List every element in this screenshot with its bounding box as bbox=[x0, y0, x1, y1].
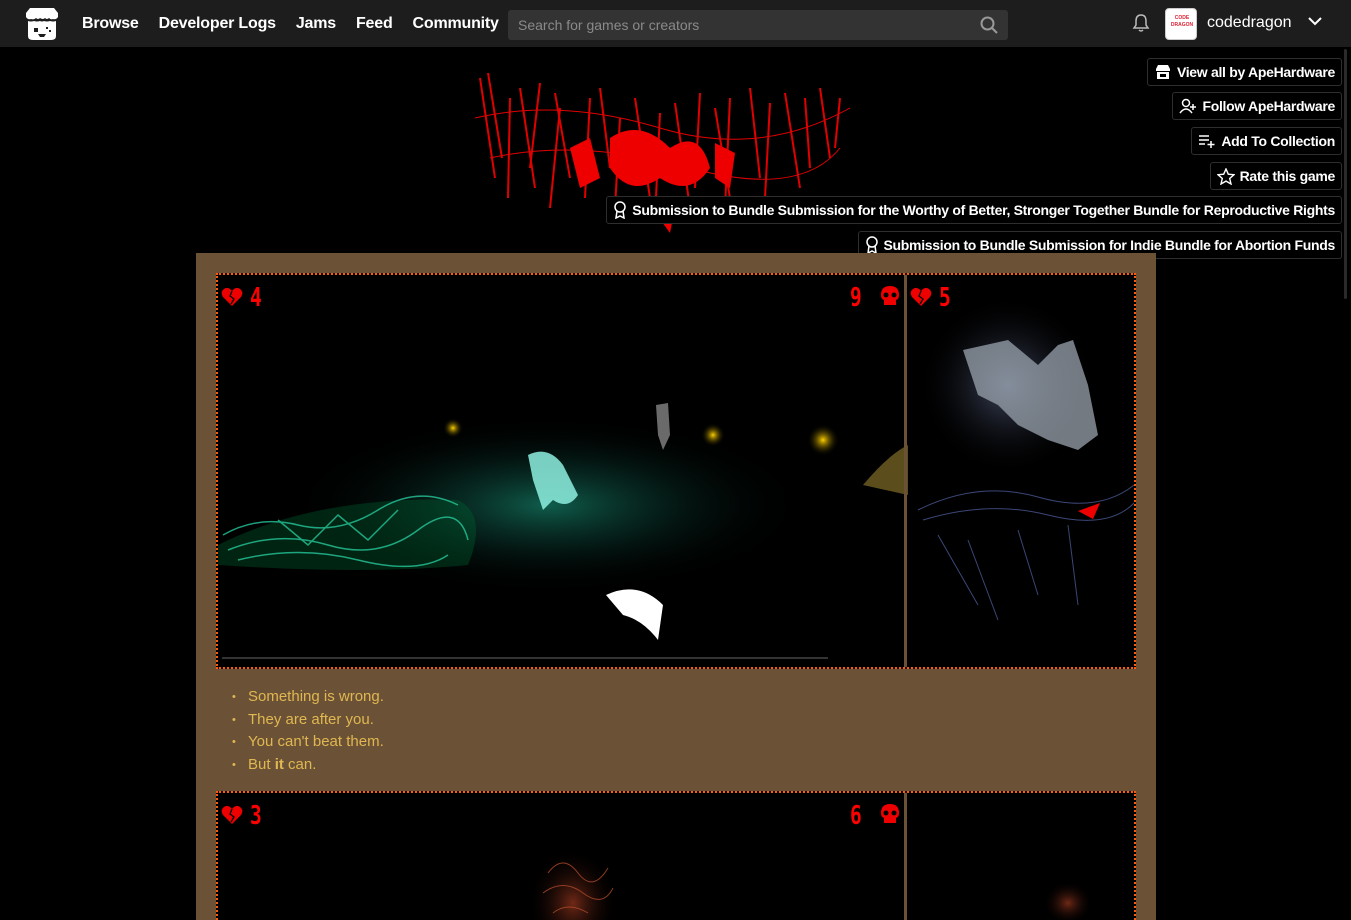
description-suffix: can. bbox=[283, 755, 317, 773]
rate-game-button[interactable]: Rate this game bbox=[1209, 162, 1342, 190]
chevron-down-icon[interactable] bbox=[1307, 15, 1323, 27]
view-all-label: View all by ApeHardware bbox=[1176, 64, 1335, 80]
avatar-text: CODE DRAGON bbox=[1170, 15, 1194, 28]
gallery-progress-bar bbox=[222, 657, 828, 659]
search-input[interactable] bbox=[508, 10, 968, 40]
screenshot-gallery-2[interactable]: 3 6 bbox=[216, 791, 1136, 920]
username[interactable]: codedragon bbox=[1207, 14, 1292, 32]
star-icon bbox=[1216, 167, 1235, 185]
view-all-button[interactable]: View all by ApeHardware bbox=[1146, 58, 1342, 86]
scrollbar[interactable] bbox=[1343, 49, 1351, 920]
follow-button[interactable]: Follow ApeHardware bbox=[1172, 92, 1342, 120]
description-item: Something is wrong. bbox=[232, 686, 384, 709]
description-emphasis: it bbox=[274, 755, 284, 773]
nav-developer-logs[interactable]: Developer Logs bbox=[159, 15, 276, 33]
bundle-submission-label-2: Submission to Bundle Submission for Indi… bbox=[883, 237, 1336, 253]
game-screenshot-2[interactable] bbox=[218, 793, 1134, 920]
description-item: You can't beat them. bbox=[232, 731, 384, 754]
game-screenshot-1[interactable] bbox=[218, 275, 1134, 667]
award-icon bbox=[865, 236, 878, 254]
nav-jams[interactable]: Jams bbox=[296, 15, 336, 33]
skull-icon bbox=[881, 804, 899, 823]
player-lives-count: 3 bbox=[250, 801, 262, 831]
store-icon bbox=[1155, 65, 1170, 79]
add-to-collection-label: Add To Collection bbox=[1221, 133, 1335, 149]
bundle-submission-button-1[interactable]: Submission to Bundle Submission for the … bbox=[606, 196, 1342, 224]
avatar[interactable]: CODE DRAGON bbox=[1165, 8, 1197, 40]
top-bar: Browse Developer Logs Jams Feed Communit… bbox=[0, 0, 1351, 48]
game-description-list: Something is wrong. They are after you. … bbox=[232, 686, 384, 777]
enemy-count: 6 bbox=[850, 801, 862, 831]
description-item: They are after you. bbox=[232, 709, 384, 732]
broken-heart-icon bbox=[910, 287, 932, 306]
description-prefix: But bbox=[248, 755, 275, 773]
broken-heart-icon bbox=[221, 287, 243, 306]
second-lives-count: 5 bbox=[939, 283, 951, 313]
playlist-add-icon bbox=[1199, 135, 1215, 148]
bundle-submission-label-1: Submission to Bundle Submission for the … bbox=[632, 202, 1335, 218]
description-item: But it can. bbox=[232, 754, 384, 777]
screenshot-gallery-1[interactable]: 4 9 5 bbox=[216, 273, 1136, 669]
search-box bbox=[508, 10, 1008, 40]
skull-icon bbox=[881, 286, 899, 305]
add-to-collection-button[interactable]: Add To Collection bbox=[1191, 127, 1342, 155]
broken-heart-icon bbox=[221, 805, 243, 824]
itchio-logo-icon[interactable] bbox=[23, 7, 61, 42]
nav-community[interactable]: Community bbox=[413, 15, 499, 33]
add-user-icon bbox=[1179, 98, 1197, 114]
follow-label: Follow ApeHardware bbox=[1202, 98, 1335, 114]
nav-browse[interactable]: Browse bbox=[82, 15, 139, 33]
scrollbar-thumb[interactable] bbox=[1344, 49, 1347, 299]
main-nav: Browse Developer Logs Jams Feed Communit… bbox=[82, 0, 519, 48]
player-lives-count: 4 bbox=[250, 283, 262, 313]
search-icon[interactable] bbox=[980, 16, 998, 34]
game-page-column: 4 9 5 Something is wrong. They are after… bbox=[196, 253, 1156, 920]
rate-game-label: Rate this game bbox=[1239, 168, 1336, 184]
notification-bell-icon[interactable] bbox=[1131, 13, 1151, 33]
nav-feed[interactable]: Feed bbox=[356, 15, 393, 33]
enemy-count: 9 bbox=[850, 283, 862, 313]
award-icon bbox=[614, 201, 627, 219]
